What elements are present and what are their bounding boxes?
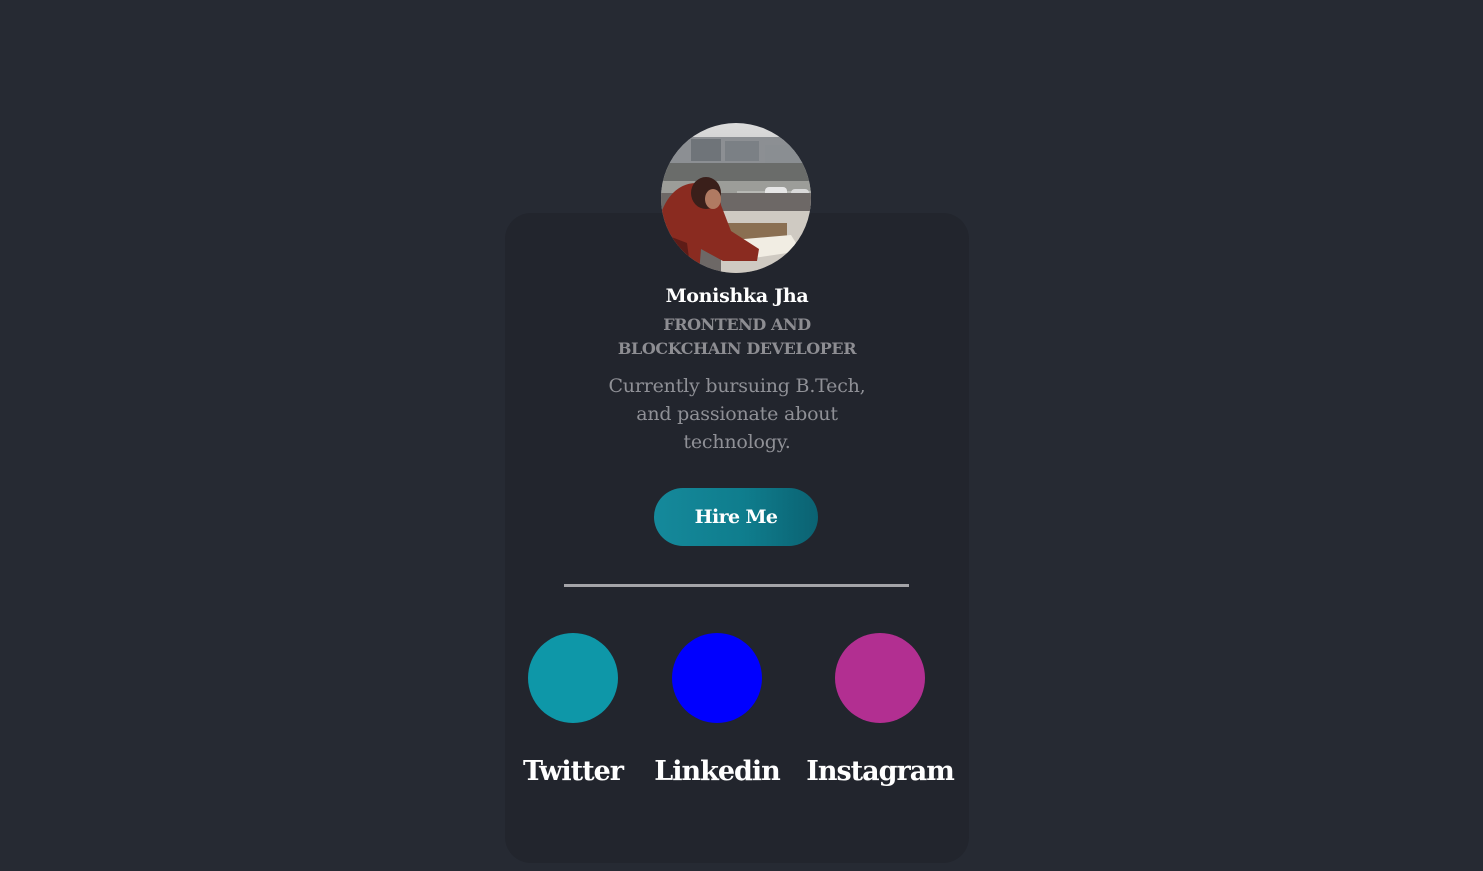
avatar [661, 123, 811, 273]
profile-photo-image [661, 123, 811, 273]
profile-name: Monishka Jha [665, 285, 809, 307]
twitter-link[interactable]: Twitter [503, 756, 643, 787]
profile-role: FRONTEND AND BLOCKCHAIN DEVELOPER [617, 315, 857, 358]
twitter-icon[interactable] [528, 633, 618, 723]
linkedin-link[interactable]: Linkedin [647, 756, 787, 787]
profile-bio: Currently bursuing B.Tech, and passionat… [608, 375, 866, 453]
linkedin-icon[interactable] [672, 633, 762, 723]
divider [564, 584, 909, 587]
instagram-link[interactable]: Instagram [800, 756, 960, 787]
instagram-icon[interactable] [835, 633, 925, 723]
hire-me-button[interactable]: Hire Me [654, 488, 818, 546]
